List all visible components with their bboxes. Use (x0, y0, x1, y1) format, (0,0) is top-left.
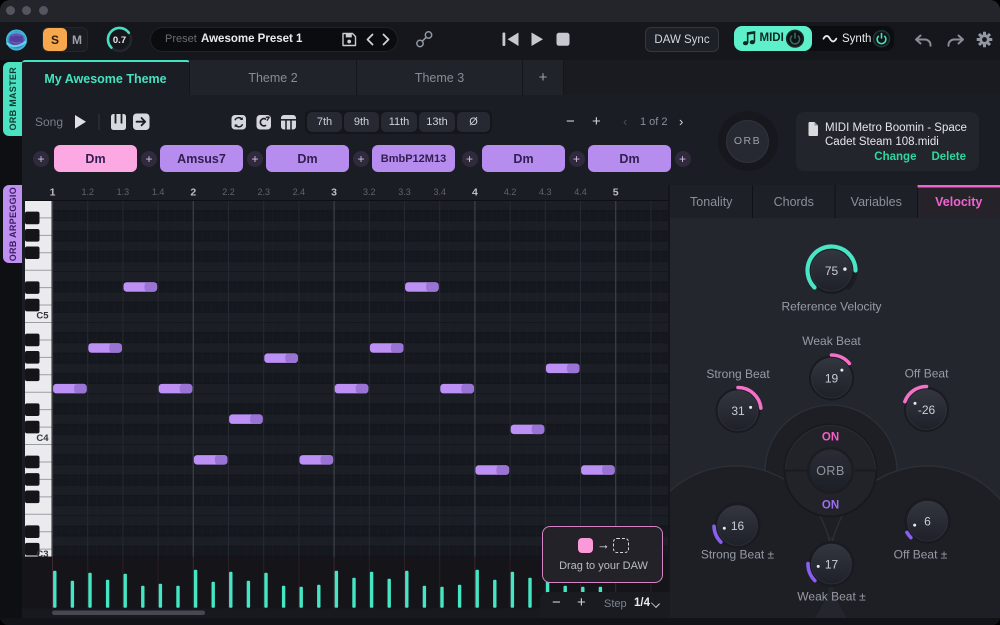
svg-text:16: 16 (731, 519, 745, 533)
svg-text:Weak Beat ±: Weak Beat ± (797, 590, 866, 604)
svg-text:2.4: 2.4 (293, 187, 306, 197)
svg-text:1.3: 1.3 (117, 187, 130, 197)
svg-text:75: 75 (825, 264, 839, 278)
svg-text:5: 5 (613, 187, 619, 199)
svg-text:-26: -26 (918, 403, 936, 417)
svg-text:4: 4 (472, 187, 478, 199)
svg-text:Variables: Variables (851, 195, 902, 209)
svg-text:2.3: 2.3 (257, 187, 270, 197)
svg-text:19: 19 (825, 371, 839, 385)
svg-text:1.2: 1.2 (81, 187, 94, 197)
svg-text:C3: C3 (36, 549, 48, 560)
svg-text:0.7: 0.7 (113, 35, 126, 46)
svg-text:3.4: 3.4 (433, 187, 446, 197)
svg-text:3.2: 3.2 (363, 187, 376, 197)
svg-text:3: 3 (331, 187, 337, 199)
svg-text:17: 17 (825, 557, 839, 571)
svg-text:C5: C5 (36, 311, 49, 322)
svg-text:31: 31 (731, 404, 745, 418)
svg-text:4.2: 4.2 (504, 187, 517, 197)
svg-text:2.2: 2.2 (222, 187, 235, 197)
svg-text:1: 1 (50, 187, 56, 199)
svg-text:Weak Beat: Weak Beat (802, 334, 861, 348)
svg-text:ON: ON (822, 500, 839, 512)
svg-text:1.4: 1.4 (152, 187, 165, 197)
svg-text:4.4: 4.4 (574, 187, 587, 197)
svg-text:2: 2 (190, 187, 196, 199)
svg-text:Velocity: Velocity (935, 195, 982, 209)
svg-text:Reference Velocity: Reference Velocity (781, 300, 881, 314)
svg-text:C4: C4 (36, 433, 49, 444)
svg-text:Strong Beat ±: Strong Beat ± (701, 548, 775, 562)
svg-text:Strong Beat: Strong Beat (706, 367, 770, 381)
svg-text:ORB: ORB (816, 464, 845, 478)
svg-text:4.3: 4.3 (539, 187, 552, 197)
svg-text:Off Beat: Off Beat (905, 367, 949, 381)
svg-text:6: 6 (924, 514, 931, 528)
svg-text:3.3: 3.3 (398, 187, 411, 197)
svg-text:Off Beat ±: Off Beat ± (894, 548, 948, 562)
svg-text:Chords: Chords (774, 195, 814, 209)
svg-text:ON: ON (822, 432, 839, 444)
svg-text:Tonality: Tonality (690, 195, 733, 209)
